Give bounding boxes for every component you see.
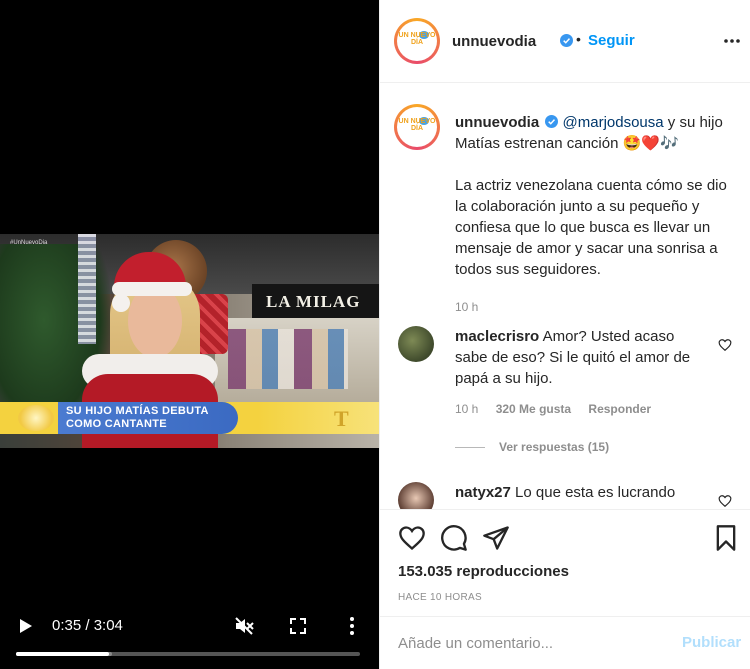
like-icon[interactable] — [398, 524, 426, 552]
show-logo-icon — [18, 405, 54, 431]
network-logo: T — [334, 406, 349, 431]
caption-mention[interactable]: @marjodsousa — [563, 114, 664, 131]
caption-paragraph: La actriz venezolana cuenta cómo se dio … — [455, 177, 727, 278]
views-number: 153.035 — [398, 563, 453, 580]
view-replies-button[interactable]: Ver respuestas (15) — [455, 440, 609, 454]
comment-body: Lo que esta es lucrando — [515, 484, 676, 501]
store-sign-text: LA MILAG — [266, 292, 361, 311]
caption-username[interactable]: unnuevodia — [455, 114, 539, 131]
store-sign: LA MILAG — [252, 284, 379, 318]
comment-avatar[interactable] — [398, 482, 434, 509]
account-avatar-inner: UN NUEVO DÍA — [397, 21, 437, 61]
video-controls: 0:35 / 3:04 — [0, 609, 379, 669]
comment-icon[interactable] — [440, 524, 468, 552]
comment-time[interactable]: 10 h — [455, 402, 478, 416]
lower-third-line1: SU HIJO MATÍAS DEBUTA — [66, 405, 209, 417]
caption-avatar-inner: UN NUEVO DÍA — [397, 107, 437, 147]
more-options-icon[interactable] — [341, 615, 363, 637]
video-player[interactable]: #UnNuevoDia LA MILAG SU HIJO MATÍAS DEBU… — [0, 0, 379, 669]
views-label: reproducciones — [456, 563, 569, 580]
more-icon[interactable] — [722, 31, 742, 51]
fullscreen-icon[interactable] — [287, 615, 309, 637]
separator-dot: • — [576, 31, 581, 47]
avatar-logo-text: UN NUEVO DÍA — [398, 32, 436, 46]
comment-text: natyx27 Lo que esta es lucrando — [455, 482, 695, 503]
frame-lights — [78, 234, 96, 344]
caption-avatar-logo-text: UN NUEVO DÍA — [398, 118, 436, 132]
video-time: 0:35 / 3:04 — [52, 617, 123, 634]
frame-santa-hat-pompom — [112, 294, 130, 312]
verified-badge-icon — [560, 34, 573, 47]
comment-likes[interactable]: 320 Me gusta — [496, 402, 571, 416]
save-icon[interactable] — [712, 524, 740, 552]
publish-button[interactable]: Publicar — [682, 634, 741, 651]
video-frame: #UnNuevoDia LA MILAG SU HIJO MATÍAS DEBU… — [0, 234, 379, 448]
comment-username[interactable]: natyx27 — [455, 484, 511, 501]
caption-text: unnuevodia @marjodsousa y su hijo Matías… — [455, 112, 735, 280]
like-comment-icon[interactable] — [718, 494, 732, 508]
caption-avatar[interactable]: UN NUEVO DÍA — [394, 104, 440, 150]
replies-divider — [455, 447, 485, 449]
views-count[interactable]: 153.035 reproducciones — [398, 563, 569, 580]
lower-third-banner: SU HIJO MATÍAS DEBUTA COMO CANTANTE T — [0, 402, 379, 434]
post-sidebar: UN NUEVO DÍA unnuevodia • Seguir UN NUEV… — [379, 0, 750, 669]
muted-icon[interactable] — [233, 615, 255, 637]
caption-timestamp[interactable]: 10 h — [455, 300, 478, 314]
comment-input[interactable] — [398, 631, 668, 655]
follow-button[interactable]: Seguir — [588, 32, 635, 49]
share-icon[interactable] — [482, 524, 510, 552]
comment-meta: 10 h 320 Me gusta Responder — [455, 402, 665, 416]
header-username[interactable]: unnuevodia — [452, 33, 536, 50]
post-header: UN NUEVO DÍA unnuevodia • Seguir — [380, 0, 750, 83]
lower-third-caption: SU HIJO MATÍAS DEBUTA COMO CANTANTE — [66, 405, 209, 431]
reply-button[interactable]: Responder — [588, 402, 651, 416]
frame-gift-boxes — [228, 329, 348, 389]
network-tag: #UnNuevoDia — [10, 240, 48, 246]
comment-text: maclecrisro Amor? Usted acaso sabe de es… — [455, 326, 695, 389]
video-progress-bar[interactable] — [16, 652, 360, 656]
instagram-post: #UnNuevoDia LA MILAG SU HIJO MATÍAS DEBU… — [0, 0, 750, 669]
comment-avatar[interactable] — [398, 326, 434, 362]
post-age[interactable]: HACE 10 HORAS — [398, 592, 482, 603]
lower-third-line2: COMO CANTANTE — [66, 418, 167, 430]
view-replies-label: Ver respuestas (15) — [499, 440, 610, 454]
like-comment-icon[interactable] — [718, 338, 732, 352]
post-actions — [380, 512, 750, 560]
comment-username[interactable]: maclecrisro — [455, 328, 539, 345]
play-icon[interactable] — [18, 617, 34, 635]
add-comment-bar: Publicar — [380, 616, 750, 669]
account-avatar[interactable]: UN NUEVO DÍA — [394, 18, 440, 64]
caption-verified-badge-icon — [545, 115, 559, 128]
video-played-fill — [16, 652, 109, 656]
comments-section[interactable]: UN NUEVO DÍA unnuevodia @marjodsousa y s… — [380, 84, 750, 510]
